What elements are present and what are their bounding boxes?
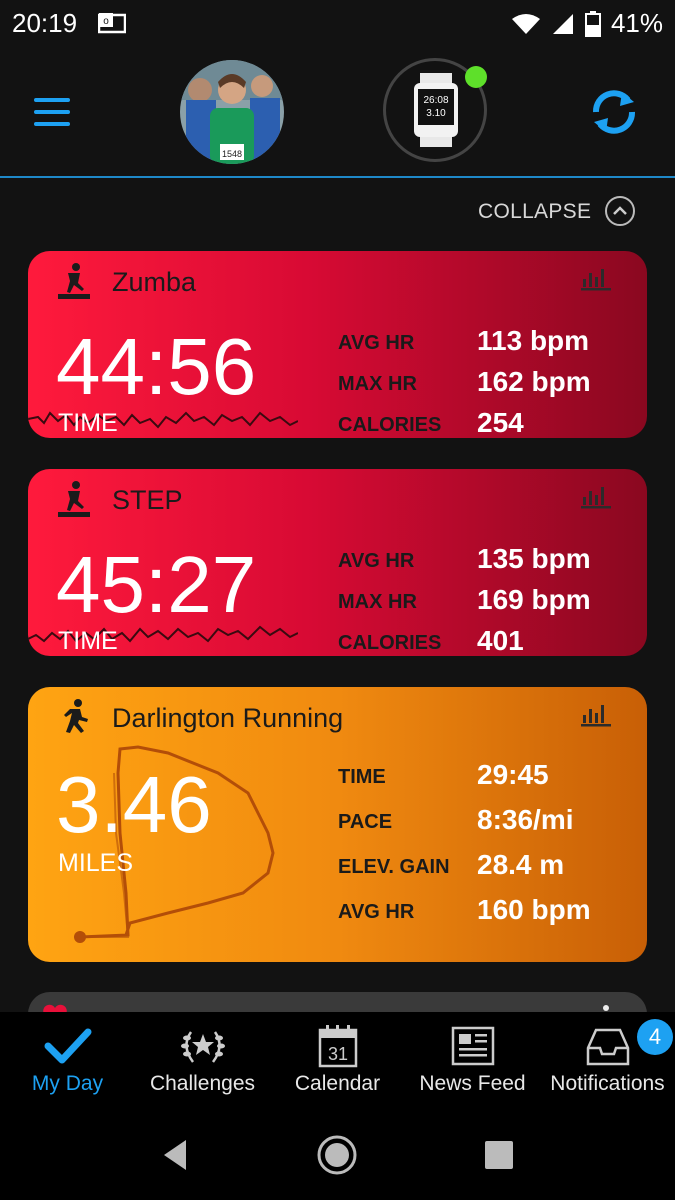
device-connected-dot — [465, 66, 487, 88]
big-label: MILES — [58, 849, 134, 877]
tab-label: My Day — [31, 1072, 104, 1095]
hamburger-icon[interactable] — [34, 98, 70, 126]
activity-card-running[interactable]: Darlington Running 3.46 MILES TIME 29:45… — [28, 687, 647, 962]
status-time: 20:19 — [12, 8, 78, 38]
svg-text:31: 31 — [328, 1044, 348, 1064]
tab-challenges[interactable]: Challenges — [135, 1012, 270, 1110]
step-aerobics-icon — [58, 481, 90, 517]
bottom-navigation: My Day Challenges 31 Calendar News Feed — [0, 1012, 675, 1110]
collapse-button[interactable] — [605, 196, 635, 226]
stat-value: 135 bpm — [477, 543, 591, 574]
calendar-icon: 31 — [318, 1025, 358, 1068]
back-icon[interactable] — [160, 1138, 190, 1172]
activity-title: Darlington Running — [112, 703, 344, 733]
stat-label: ELEV. GAIN — [338, 856, 450, 878]
big-value: 45:27 — [56, 540, 257, 629]
activity-title: STEP — [112, 485, 183, 515]
stat-label: AVG HR — [338, 550, 415, 572]
stat-label: CALORIES — [338, 632, 442, 654]
stat-value: 169 bpm — [477, 584, 591, 615]
notification-badge: 4 — [637, 1019, 673, 1055]
stat-value: 113 bpm — [477, 325, 590, 356]
stat-label: CALORIES — [338, 414, 442, 436]
app-header: 1548 26:08 3.10 — [0, 48, 675, 178]
stat-label: AVG HR — [338, 901, 415, 923]
stat-value: 8:36/mi — [477, 804, 574, 835]
stat-value: 254 — [477, 407, 524, 438]
svg-text:1548: 1548 — [222, 149, 242, 159]
sync-icon[interactable] — [588, 88, 640, 136]
stat-value: 162 bpm — [477, 366, 591, 397]
newspaper-icon — [451, 1026, 495, 1066]
bar-chart-icon — [581, 269, 611, 291]
tab-calendar[interactable]: 31 Calendar — [270, 1012, 405, 1110]
activity-title: Zumba — [112, 267, 197, 297]
bar-chart-icon — [581, 487, 611, 509]
home-icon[interactable] — [316, 1134, 358, 1176]
notification-mail-icon: o — [98, 13, 126, 34]
running-icon — [64, 699, 88, 733]
svg-text:o: o — [103, 16, 109, 27]
laurel-icon — [181, 1031, 225, 1063]
svg-text:26:08: 26:08 — [423, 95, 448, 106]
tab-label: News Feed — [419, 1072, 526, 1095]
avatar[interactable]: 1548 — [180, 60, 284, 164]
stat-label: MAX HR — [338, 591, 417, 613]
inbox-icon — [586, 1028, 630, 1066]
stat-label: TIME — [338, 766, 386, 788]
stat-label: AVG HR — [338, 332, 415, 354]
chevron-up-icon — [613, 206, 627, 215]
activity-card-step[interactable]: STEP 45:27 TIME AVG HR 135 bpm MAX HR 16… — [28, 469, 647, 656]
stat-value: 401 — [477, 625, 524, 656]
recents-icon[interactable] — [484, 1140, 514, 1170]
watch-icon: 26:08 3.10 — [414, 73, 458, 147]
tab-my-day[interactable]: My Day — [0, 1012, 135, 1110]
system-navigation — [0, 1110, 675, 1200]
wifi-icon — [511, 13, 540, 34]
big-value: 3.46 — [56, 760, 212, 849]
bar-chart-icon — [581, 705, 611, 727]
status-right: 41% — [511, 8, 663, 39]
svg-text:3.10: 3.10 — [426, 108, 446, 119]
stat-value: 29:45 — [477, 759, 549, 790]
stat-label: MAX HR — [338, 373, 417, 395]
checkmark-icon — [44, 1028, 92, 1064]
big-label: TIME — [58, 409, 118, 437]
big-label: TIME — [58, 627, 118, 655]
stat-value: 28.4 m — [477, 849, 565, 880]
collapse-label[interactable]: COLLAPSE — [478, 200, 591, 224]
tab-label: Notifications — [550, 1072, 665, 1095]
battery-percent: 41% — [610, 8, 663, 38]
big-value: 44:56 — [56, 322, 257, 411]
battery-icon — [584, 10, 601, 37]
status-bar: 20:19 o 41% — [0, 0, 675, 48]
tab-label: Calendar — [294, 1072, 381, 1095]
cell-signal-icon — [552, 13, 573, 34]
tab-news-feed[interactable]: News Feed — [405, 1012, 540, 1110]
stat-label: PACE — [338, 811, 393, 833]
step-aerobics-icon — [58, 263, 90, 299]
activity-card-zumba[interactable]: Zumba 44:56 TIME AVG HR 113 bpm MAX HR 1… — [28, 251, 647, 438]
tab-label: Challenges — [149, 1072, 256, 1095]
stat-value: 160 bpm — [477, 894, 591, 925]
